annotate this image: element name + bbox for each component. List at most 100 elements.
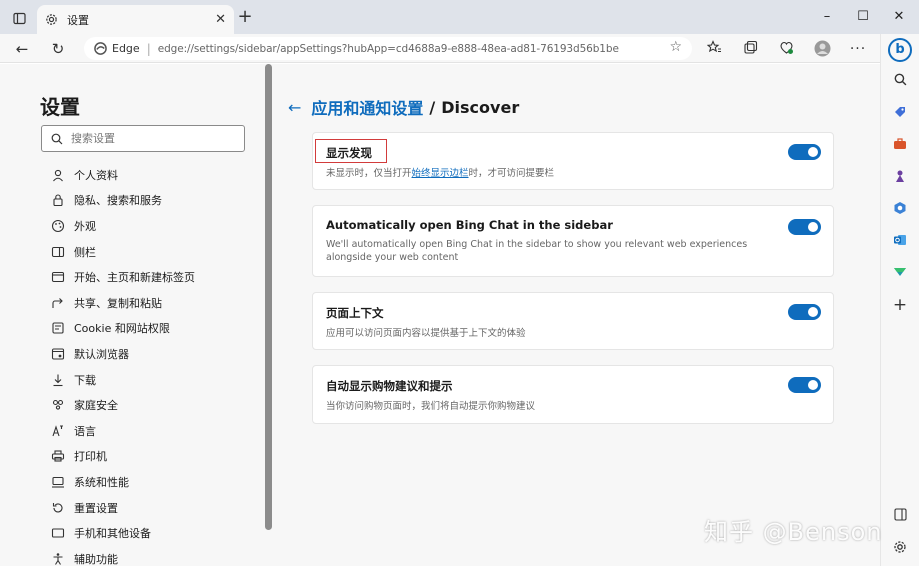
sidebar-item-label: 外观	[74, 219, 96, 233]
minimize-button[interactable]: –	[817, 8, 837, 26]
profile-avatar[interactable]	[813, 40, 831, 58]
url-divider: |	[146, 41, 151, 56]
appearance-icon	[50, 218, 66, 234]
settings-content: ← 应用和通知设置 / Discover 显示发现 未显示时，仅当打开始终显示边…	[272, 64, 880, 566]
drop-icon[interactable]	[889, 261, 911, 283]
setting-card-show-discover: 显示发现 未显示时，仅当打开始终显示边栏时，才可访问提要栏	[312, 132, 834, 190]
sidebar-item-reset[interactable]: 重置设置	[50, 495, 250, 521]
back-arrow-icon[interactable]: ←	[288, 98, 301, 117]
site-identity: Edge	[112, 42, 140, 55]
sidebar-item-profile[interactable]: 个人资料	[50, 162, 250, 188]
settings-nav-list: 个人资料隐私、搜索和服务 外观侧栏开始、主页和新建标签页共享、复制和粘贴 Cooki…	[50, 162, 250, 566]
sidebar-item-sidebar[interactable]: 侧栏	[50, 239, 250, 265]
settings-heading: 设置	[40, 95, 80, 119]
reset-icon	[50, 500, 66, 516]
sidebar-item-family[interactable]: 家庭安全	[50, 392, 250, 418]
setting-description: 应用可以访问页面内容以提供基于上下文的体验	[326, 328, 526, 339]
page-context-toggle[interactable]	[788, 304, 821, 320]
favorite-star-icon[interactable]: ☆	[669, 39, 682, 55]
microsoft-365-icon[interactable]	[889, 197, 911, 219]
address-bar[interactable]: Edge | edge://settings/sidebar/appSettin…	[84, 37, 692, 60]
page-title-link[interactable]: 应用和通知设置	[311, 95, 423, 119]
sidebar-icon	[50, 244, 66, 260]
setting-card-shopping: 自动显示购物建议和提示 当你访问购物页面时，我们将自动提示你购物建议	[312, 365, 834, 424]
accessibility-icon	[50, 551, 66, 566]
active-tab[interactable]: 设置 ✕	[37, 5, 234, 34]
maximize-button[interactable]: ☐	[853, 8, 873, 26]
sidebar-item-phone[interactable]: 手机和其他设备	[50, 520, 250, 546]
sidebar-item-lock[interactable]: 隐私、搜索和服务	[50, 188, 250, 214]
sidebar-item-label: 隐私、搜索和服务	[74, 194, 162, 208]
gear-icon	[46, 14, 57, 25]
sidebar-item-appearance[interactable]: 外观	[50, 213, 250, 239]
tab-close-button[interactable]: ✕	[215, 12, 226, 27]
tab-actions-button[interactable]	[6, 7, 32, 29]
sidebar-item-home[interactable]: 开始、主页和新建标签页	[50, 264, 250, 290]
tab-actions-icon	[12, 12, 26, 24]
printer-icon	[50, 448, 66, 464]
sidebar-item-label: 侧栏	[74, 245, 96, 259]
search-icon[interactable]	[889, 69, 911, 91]
browser-essentials-icon[interactable]	[777, 40, 795, 58]
settings-search-box[interactable]	[41, 125, 245, 152]
sidebar-item-label: 辅助功能	[74, 552, 118, 566]
nav-scrollbar[interactable]	[265, 64, 272, 530]
settings-sidebar: 设置 个人资料隐私、搜索和服务外观侧栏开始、主页和新建标签页共享、复制和粘贴 Co…	[0, 64, 272, 566]
setting-description: 未显示时，仅当打开始终显示边栏时，才可访问提要栏	[326, 168, 555, 179]
outlook-icon[interactable]	[889, 229, 911, 251]
sidebar-item-label: 重置设置	[74, 501, 118, 515]
sidebar-item-share[interactable]: 共享、复制和粘贴	[50, 290, 250, 316]
show-discover-toggle[interactable]	[788, 144, 821, 160]
shopping-tag-icon[interactable]	[889, 101, 911, 123]
refresh-button[interactable]: ↻	[48, 39, 68, 59]
page-title: Discover	[441, 97, 520, 117]
new-tab-button[interactable]: +	[236, 8, 254, 27]
more-menu-icon[interactable]: ···	[849, 40, 867, 58]
sidebar-item-label: 个人资料	[74, 168, 118, 182]
add-app-icon[interactable]: +	[889, 294, 911, 316]
setting-card-bing-chat: Automatically open Bing Chat in the side…	[312, 205, 834, 277]
setting-title: 自动显示购物建议和提示	[326, 379, 453, 393]
shopping-toggle[interactable]	[788, 377, 821, 393]
favorites-icon[interactable]	[705, 40, 723, 58]
collections-icon[interactable]	[741, 40, 759, 58]
setting-card-page-context: 页面上下文 应用可以访问页面内容以提供基于上下文的体验	[312, 292, 834, 350]
close-window-button[interactable]: ✕	[889, 8, 909, 26]
sidebar-settings-gear-icon[interactable]	[889, 536, 911, 558]
back-button[interactable]: ←	[12, 39, 32, 59]
setting-description: We'll automatically open Bing Chat in th…	[326, 239, 748, 263]
sidebar-item-language[interactable]: 语言	[50, 418, 250, 444]
language-icon	[50, 423, 66, 439]
search-input[interactable]	[71, 132, 231, 145]
profile-icon	[50, 167, 66, 183]
share-icon	[50, 295, 66, 311]
always-show-sidebar-link[interactable]: 始终显示边栏	[412, 168, 469, 179]
setting-title: 显示发现	[326, 146, 372, 160]
browser-icon	[50, 346, 66, 362]
breadcrumb-separator: /	[429, 97, 436, 117]
tools-icon[interactable]	[889, 133, 911, 155]
sidebar-item-label: 共享、复制和粘贴	[74, 296, 162, 310]
sidebar-item-download[interactable]: 下载	[50, 367, 250, 393]
sidebar-item-accessibility[interactable]: 辅助功能	[50, 546, 250, 566]
bing-chat-toggle[interactable]	[788, 219, 821, 235]
edge-sidebar: b +	[880, 34, 919, 566]
sidebar-item-label: 手机和其他设备	[74, 527, 151, 541]
sidebar-item-label: 家庭安全	[74, 399, 118, 413]
system-icon	[50, 474, 66, 490]
sidebar-item-browser[interactable]: 默认浏览器	[50, 341, 250, 367]
hide-sidebar-icon[interactable]	[889, 504, 911, 526]
sidebar-item-printer[interactable]: 打印机	[50, 444, 250, 470]
setting-title: 页面上下文	[326, 306, 384, 320]
sidebar-item-cookie[interactable]: Cookie 和网站权限	[50, 316, 250, 342]
url-text[interactable]: edge://settings/sidebar/appSettings?hubA…	[158, 43, 619, 55]
phone-icon	[50, 525, 66, 541]
setting-title: Automatically open Bing Chat in the side…	[326, 218, 613, 232]
sidebar-item-system[interactable]: 系统和性能	[50, 469, 250, 495]
setting-description: 当你访问购物页面时，我们将自动提示你购物建议	[326, 401, 536, 412]
family-icon	[50, 397, 66, 413]
highlight-box	[315, 139, 387, 163]
bing-chat-icon[interactable]: b	[888, 38, 912, 62]
games-icon[interactable]	[889, 165, 911, 187]
sidebar-item-label: Cookie 和网站权限	[74, 322, 170, 336]
